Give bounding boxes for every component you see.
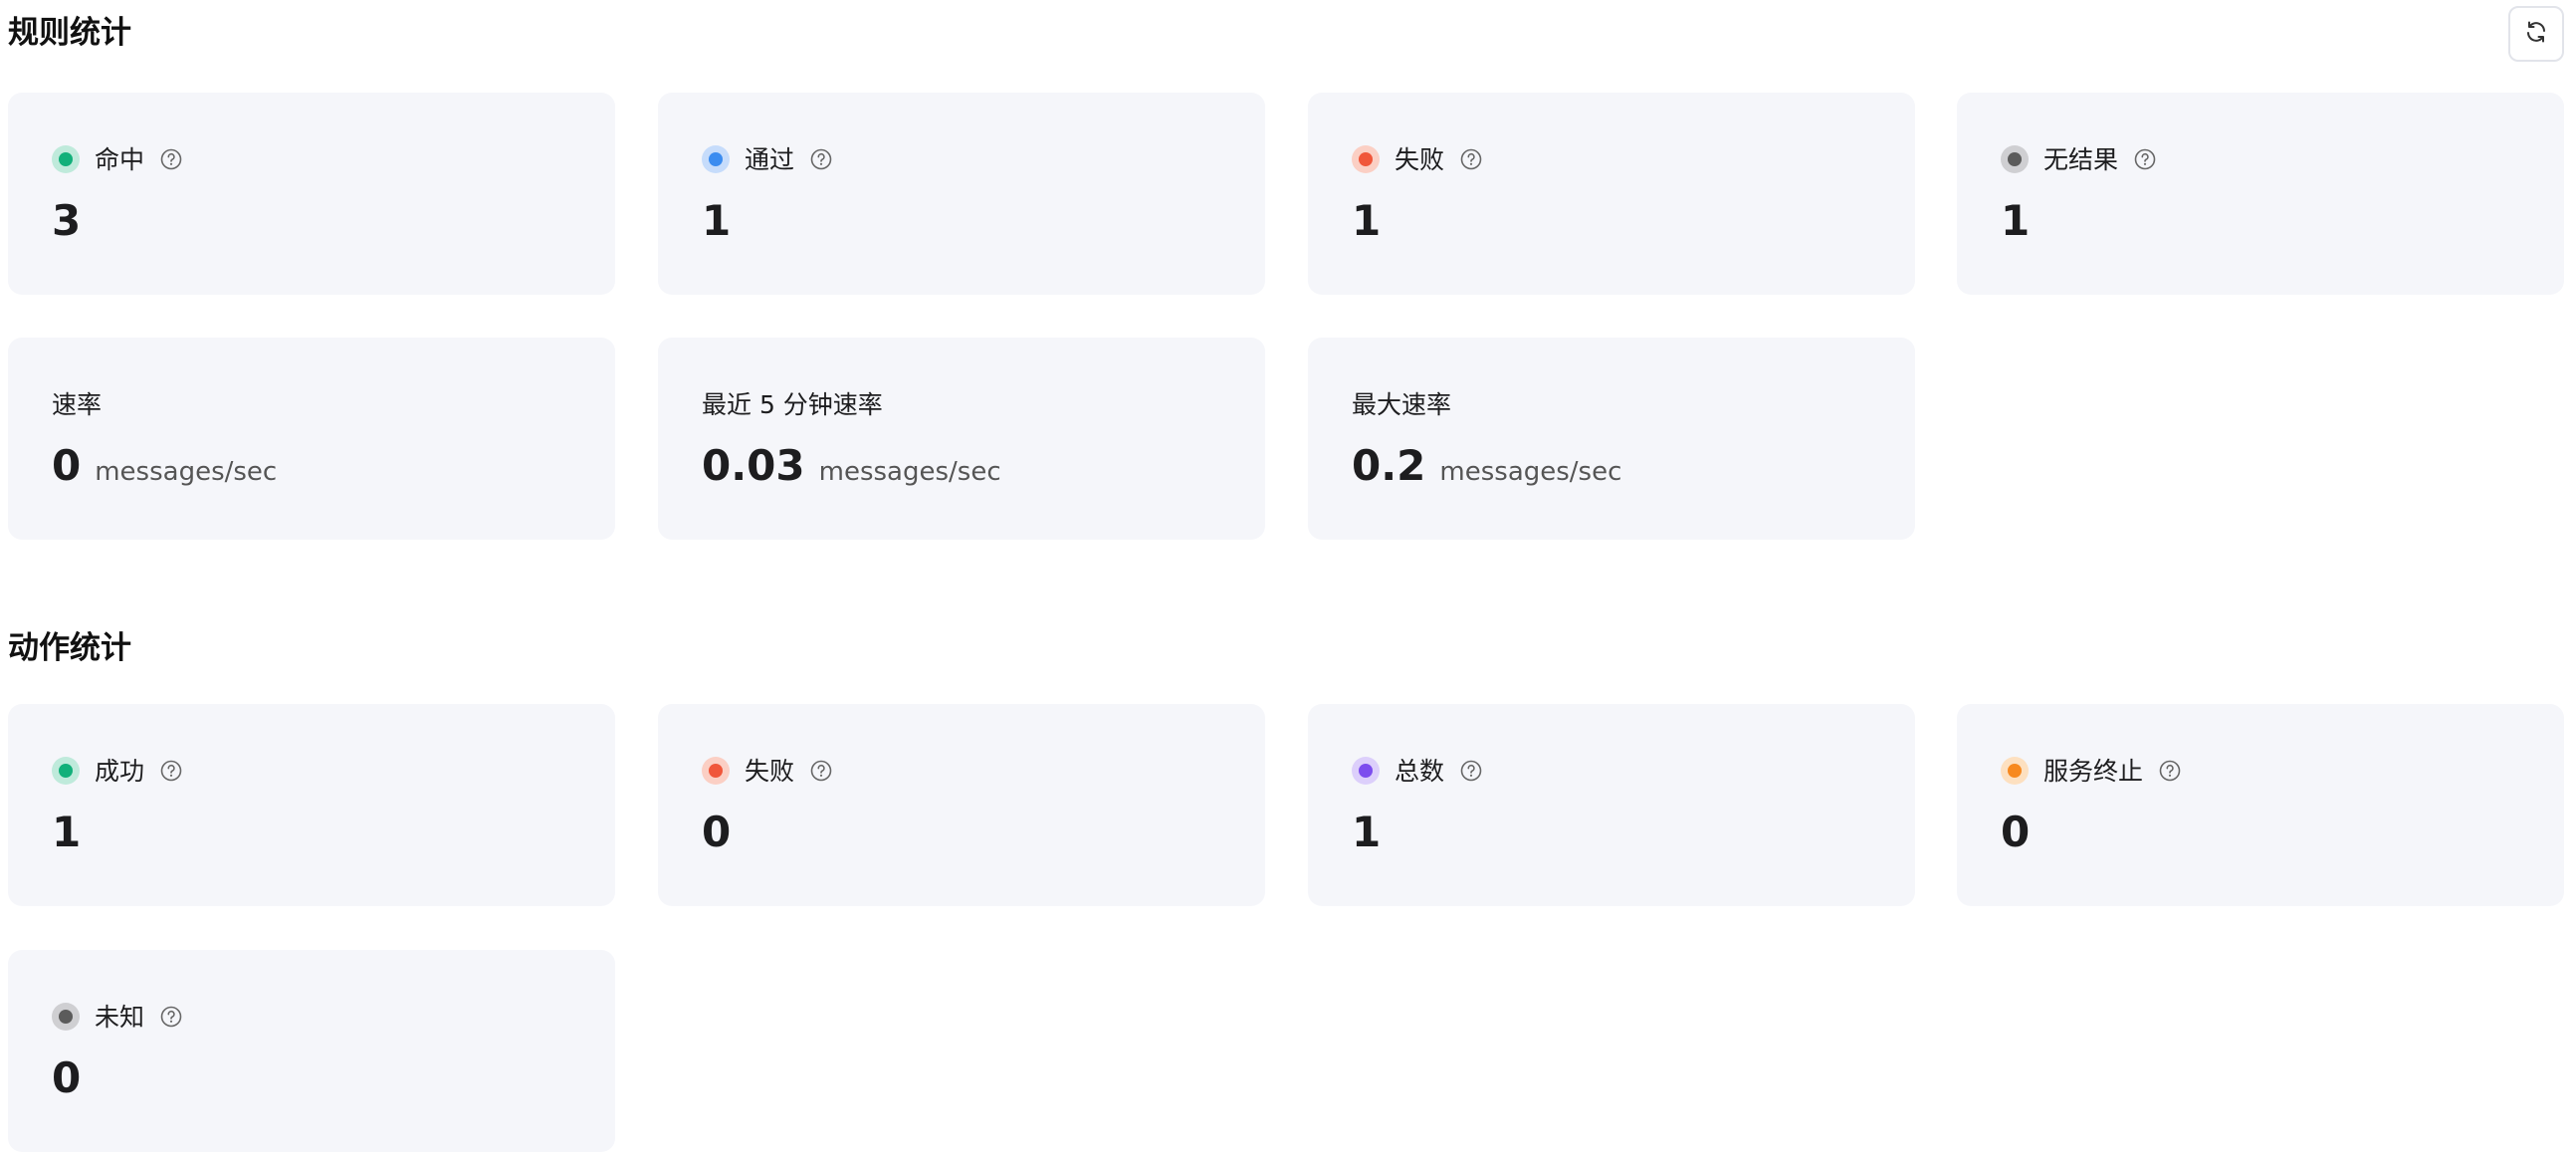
help-circle-icon[interactable] (810, 148, 832, 170)
stat-value: 0 (702, 808, 732, 856)
help-circle-icon[interactable] (2159, 760, 2181, 782)
stat-label: 服务终止 (2043, 756, 2144, 786)
status-dot (2001, 757, 2029, 785)
status-dot (52, 145, 80, 173)
refresh-button[interactable] (2508, 6, 2564, 62)
refresh-icon (2524, 20, 2548, 48)
stat-value: 1 (1352, 196, 1382, 245)
action-stats-title: 动作统计 (8, 630, 131, 666)
status-dot (702, 757, 730, 785)
status-dot (702, 145, 730, 173)
status-dot (1352, 145, 1380, 173)
rate-card-last-5min: 最近 5 分钟速率 0.03 messages/sec (658, 338, 1265, 540)
rate-label: 最大速率 (1352, 389, 1452, 419)
rate-value: 0.2 (1352, 441, 1426, 490)
stat-label: 总数 (1395, 756, 1445, 786)
stat-label: 命中 (95, 144, 145, 174)
help-circle-icon[interactable] (810, 760, 832, 782)
status-dot (1352, 757, 1380, 785)
help-circle-icon[interactable] (1460, 148, 1482, 170)
help-circle-icon[interactable] (160, 760, 182, 782)
stat-card-pass: 通过 1 (658, 93, 1265, 295)
stat-label: 失败 (1395, 144, 1445, 174)
rate-value: 0.03 (702, 441, 805, 490)
stat-value: 1 (52, 808, 82, 856)
status-dot (52, 757, 80, 785)
stat-card-no-result: 无结果 1 (1957, 93, 2564, 295)
rate-label: 速率 (52, 389, 103, 419)
stat-card-failed: 失败 1 (1308, 93, 1915, 295)
stats-page: 规则统计 命中 3 通过 1 失败 1 无结果 1 速率 0 messages/… (0, 0, 2576, 1163)
action-card-total: 总数 1 (1308, 704, 1915, 906)
stat-label: 无结果 (2043, 144, 2119, 174)
stat-label: 未知 (95, 1002, 145, 1032)
rate-unit: messages/sec (95, 457, 278, 487)
action-card-unknown: 未知 0 (8, 950, 615, 1152)
stat-label: 成功 (95, 756, 145, 786)
stat-label: 失败 (745, 756, 795, 786)
rate-label: 最近 5 分钟速率 (702, 389, 883, 419)
stat-value: 1 (702, 196, 732, 245)
stat-value: 0 (52, 1053, 82, 1102)
stat-label: 通过 (745, 144, 795, 174)
help-circle-icon[interactable] (160, 148, 182, 170)
action-card-success: 成功 1 (8, 704, 615, 906)
stat-card-hit: 命中 3 (8, 93, 615, 295)
help-circle-icon[interactable] (2134, 148, 2156, 170)
status-dot (2001, 145, 2029, 173)
action-card-service-terminated: 服务终止 0 (1957, 704, 2564, 906)
help-circle-icon[interactable] (1460, 760, 1482, 782)
rate-value: 0 (52, 441, 82, 490)
rate-unit: messages/sec (818, 457, 1001, 487)
stat-value: 1 (2001, 196, 2031, 245)
rule-stats-title: 规则统计 (8, 15, 131, 51)
rate-card-current: 速率 0 messages/sec (8, 338, 615, 540)
rate-card-max: 最大速率 0.2 messages/sec (1308, 338, 1915, 540)
help-circle-icon[interactable] (160, 1006, 182, 1028)
action-card-failed: 失败 0 (658, 704, 1265, 906)
stat-value: 3 (52, 196, 82, 245)
stat-value: 1 (1352, 808, 1382, 856)
stat-value: 0 (2001, 808, 2031, 856)
status-dot (52, 1003, 80, 1031)
rate-unit: messages/sec (1439, 457, 1622, 487)
